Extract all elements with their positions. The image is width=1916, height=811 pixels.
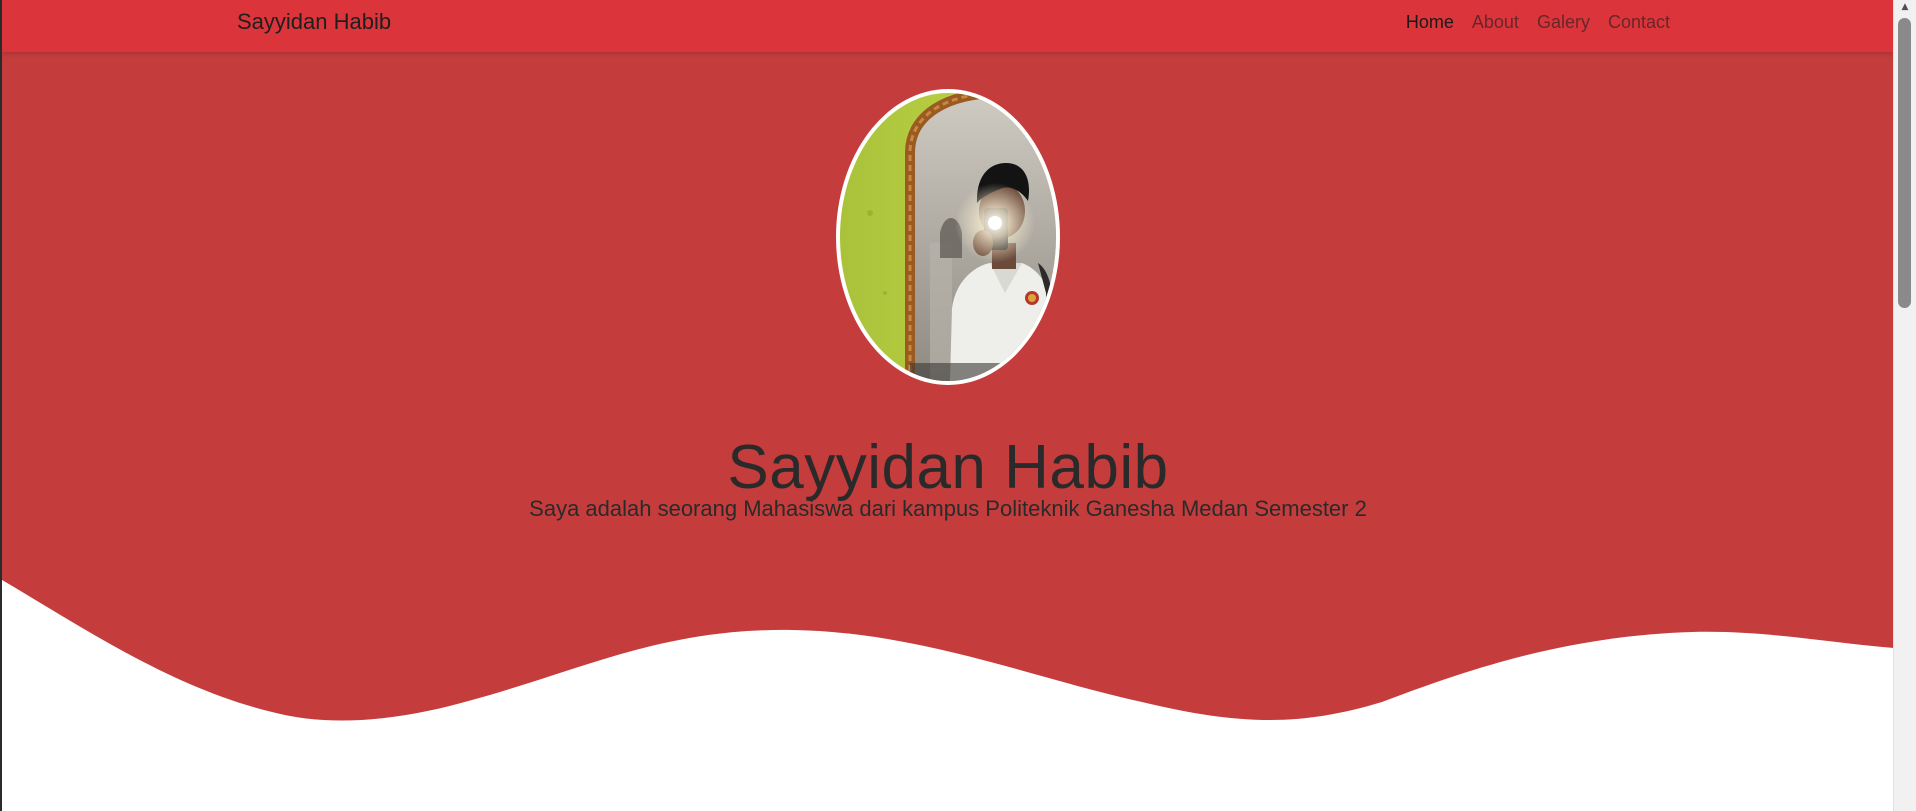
nav-link-home[interactable]: Home (1406, 12, 1454, 33)
nav-link-contact[interactable]: Contact (1608, 12, 1670, 33)
navbar-brand[interactable]: Sayyidan Habib (237, 0, 391, 44)
hero-section: Sayyidan Habib Saya adalah seorang Mahas… (2, 52, 1894, 811)
nav-link-galery[interactable]: Galery (1537, 12, 1590, 33)
profile-photo-frame (836, 89, 1060, 385)
hero-title: Sayyidan Habib (727, 432, 1169, 502)
vertical-scrollbar[interactable]: ▲ (1893, 0, 1916, 811)
navbar: Sayyidan Habib Home About Galery Contact (2, 0, 1894, 52)
window-edge (0, 0, 2, 811)
browser-viewport: Sayyidan Habib Home About Galery Contact (0, 0, 1916, 811)
hero-subtitle: Saya adalah seorang Mahasiswa dari kampu… (529, 496, 1367, 521)
scroll-up-arrow-icon[interactable]: ▲ (1894, 0, 1916, 14)
profile-photo (840, 93, 1056, 381)
nav-link-about[interactable]: About (1472, 12, 1519, 33)
nav-links: Home About Galery Contact (1406, 0, 1670, 44)
scroll-thumb[interactable] (1898, 18, 1911, 308)
